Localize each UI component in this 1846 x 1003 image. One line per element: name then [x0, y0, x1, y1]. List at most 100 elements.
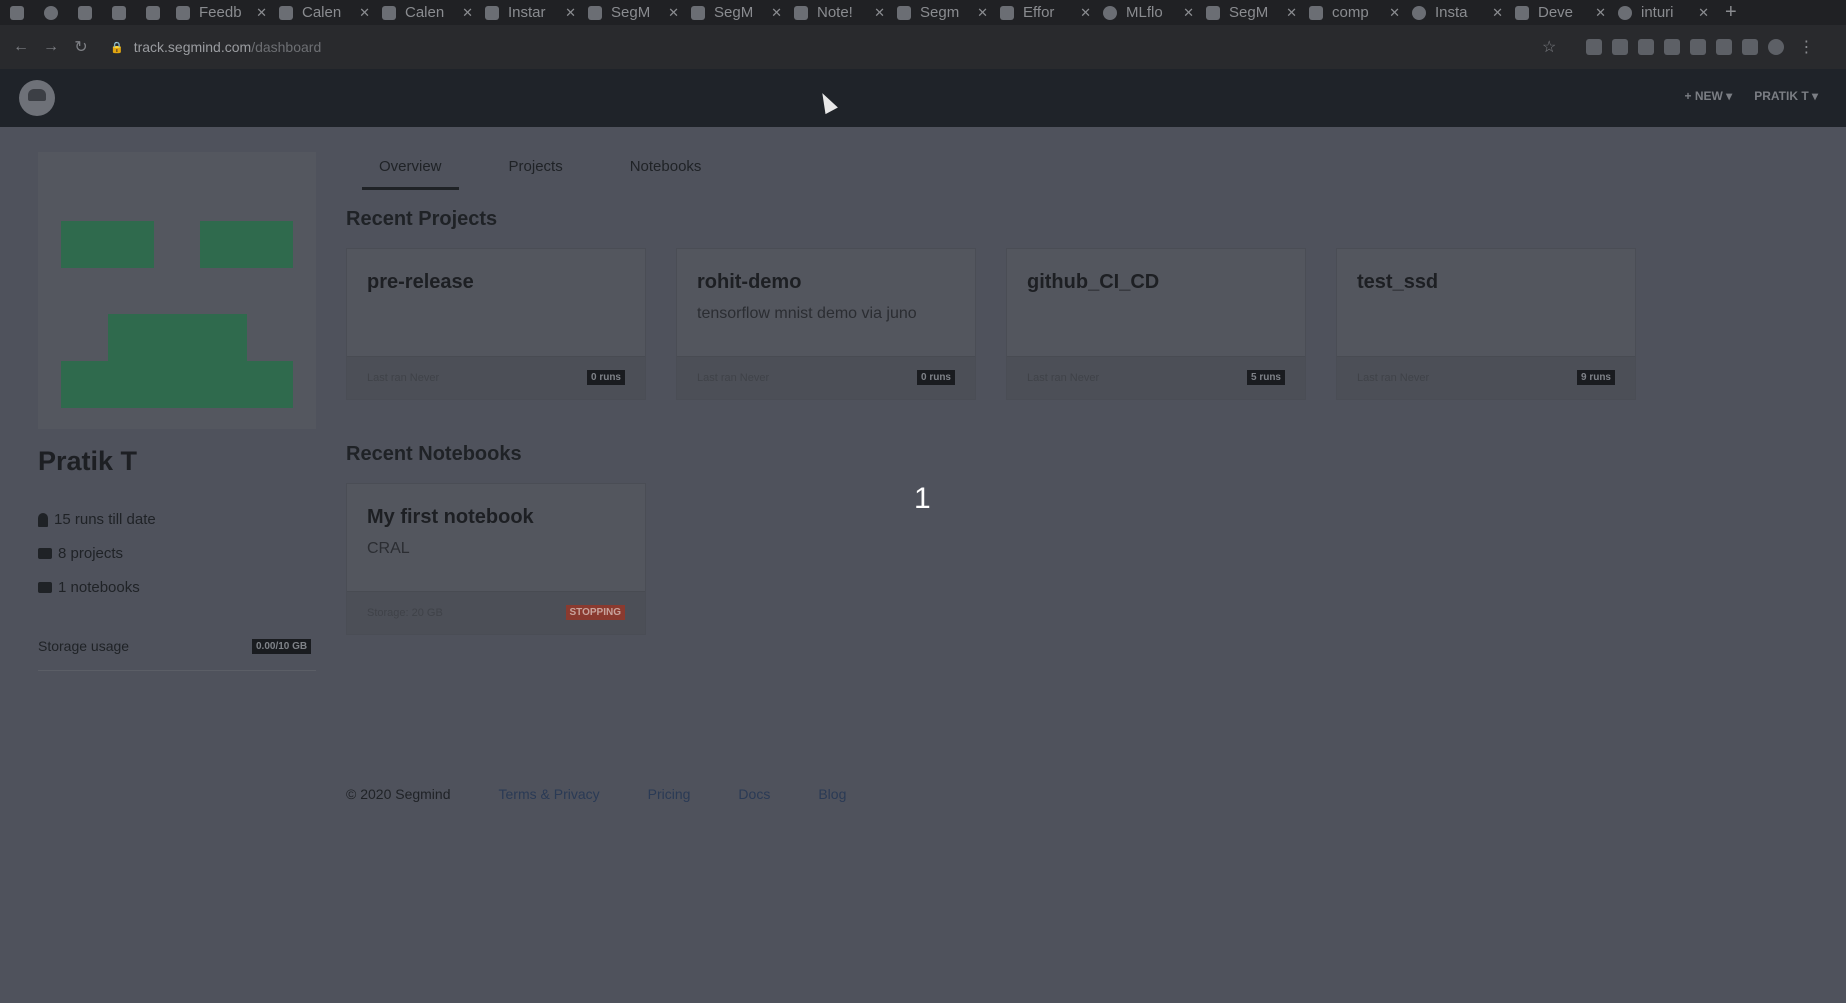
trello-icon — [112, 5, 126, 20]
url-input[interactable]: 🔒 track.segmind.com/dashboard — [110, 39, 1530, 55]
project-name: rohit-demo — [697, 271, 802, 293]
mlflow-icon — [1103, 5, 1117, 20]
footer-link-terms[interactable]: Terms & Privacy — [499, 786, 600, 802]
notebook-card-footer: Storage: 20 GB STOPPING — [347, 591, 645, 634]
extension-icon[interactable] — [1586, 39, 1603, 55]
browser-tab-pinned[interactable] — [102, 0, 136, 25]
url-host: track.segmind.com — [133, 39, 252, 55]
footer-link-pricing[interactable]: Pricing — [648, 786, 691, 802]
dashboard-tabs: Overview Projects Notebooks — [362, 140, 751, 190]
segmind-logo-icon[interactable] — [19, 80, 55, 116]
browser-tab[interactable]: Instar ✕ — [479, 0, 582, 25]
project-card[interactable]: github_CI_CD Last ran Never 5 runs — [1006, 248, 1306, 400]
browser-tab[interactable]: comp ✕ — [1303, 0, 1406, 25]
close-icon[interactable]: ✕ — [359, 5, 370, 21]
browser-tab[interactable]: Insta ✕ — [1406, 0, 1509, 25]
project-name: test_ssd — [1357, 271, 1439, 293]
close-icon[interactable]: ✕ — [1389, 5, 1400, 21]
close-icon[interactable]: ✕ — [565, 5, 576, 21]
close-icon[interactable]: ✕ — [256, 5, 267, 21]
browser-tab[interactable]: Calen ✕ — [376, 0, 479, 25]
notebook-card[interactable]: My first notebook CRAL Storage: 20 GB ST… — [346, 483, 646, 635]
extension-icon[interactable] — [1664, 39, 1681, 55]
browser-tab[interactable]: SegM ✕ — [582, 0, 685, 25]
stat-projects-label: 8 projects — [58, 545, 124, 562]
browser-tab[interactable]: Calen ✕ — [273, 0, 376, 25]
project-card[interactable]: test_ssd Last ran Never 9 runs — [1336, 248, 1636, 400]
browser-tab-title: SegM — [611, 4, 651, 21]
browser-tab[interactable]: Segm ✕ — [891, 0, 994, 25]
calendar-icon — [279, 5, 293, 20]
profile-avatar — [38, 152, 316, 429]
project-name: github_CI_CD — [1027, 271, 1160, 293]
browser-tab[interactable]: Feedb ✕ — [170, 0, 273, 25]
browser-tab-pinned[interactable] — [68, 0, 102, 25]
close-icon[interactable]: ✕ — [1080, 5, 1091, 21]
profile-name: Pratik T — [38, 446, 138, 476]
close-icon[interactable]: ✕ — [1595, 5, 1606, 21]
stat-runs-label: 15 runs till date — [54, 511, 156, 528]
forward-icon[interactable]: → — [36, 38, 66, 56]
user-menu-button[interactable]: PRATIK T ▾ — [1754, 89, 1818, 103]
new-tab-button[interactable]: + — [1725, 1, 1737, 24]
puzzle-icon[interactable] — [1742, 39, 1759, 55]
profile-avatar-icon[interactable] — [1768, 39, 1785, 55]
extension-icon[interactable] — [1612, 39, 1629, 55]
browser-tab[interactable]: Effor ✕ — [994, 0, 1097, 25]
footer-link-blog[interactable]: Blog — [818, 786, 846, 802]
close-icon[interactable]: ✕ — [668, 5, 679, 21]
browser-tab-title: Feedb — [199, 4, 242, 21]
footer-copyright: © 2020 Segmind — [346, 786, 451, 802]
extension-icon[interactable] — [1638, 39, 1655, 55]
lock-icon: 🔒 — [110, 41, 124, 54]
last-ran-label: Last ran Never — [697, 372, 770, 384]
calendar-icon — [382, 5, 396, 20]
footer-link-docs[interactable]: Docs — [738, 786, 770, 802]
globe-icon — [1412, 5, 1426, 20]
browser-tab-bar: Feedb ✕ Calen ✕ Calen ✕ Instar ✕ SegM ✕ SegM ✕… — [0, 0, 1846, 25]
project-card[interactable]: pre-release Last ran Never 0 runs — [346, 248, 646, 400]
bookmark-star-icon[interactable]: ☆ — [1542, 37, 1556, 57]
browser-tab[interactable]: Deve ✕ — [1509, 0, 1612, 25]
segmind-icon — [1000, 5, 1014, 20]
close-icon[interactable]: ✕ — [771, 5, 782, 21]
extension-icon[interactable] — [1716, 39, 1733, 55]
segmind-icon — [1206, 5, 1220, 20]
project-card[interactable]: rohit-demo tensorflow mnist demo via jun… — [676, 248, 976, 400]
reload-icon[interactable]: ↻ — [66, 37, 96, 57]
divider — [38, 670, 316, 671]
back-icon[interactable]: ← — [6, 38, 36, 56]
browser-tab[interactable]: SegM ✕ — [1200, 0, 1303, 25]
browser-tab-title: Deve — [1538, 4, 1574, 21]
close-icon[interactable]: ✕ — [1698, 5, 1709, 21]
browser-tab-pinned[interactable] — [0, 0, 34, 25]
new-dropdown-button[interactable]: + NEW ▾ — [1685, 89, 1733, 103]
page-footer: © 2020 Segmind Terms & Privacy Pricing D… — [346, 786, 846, 802]
segmind-icon — [897, 5, 911, 20]
extension-icon[interactable] — [1690, 39, 1707, 55]
tab-overview[interactable]: Overview — [362, 140, 459, 190]
close-icon[interactable]: ✕ — [874, 5, 885, 21]
close-icon[interactable]: ✕ — [977, 5, 988, 21]
close-icon[interactable]: ✕ — [462, 5, 473, 21]
close-icon[interactable]: ✕ — [1492, 5, 1503, 21]
dev-icon — [1515, 5, 1529, 20]
browser-tab-pinned[interactable] — [34, 0, 68, 25]
segmind-icon — [691, 5, 705, 20]
google-icon — [1618, 5, 1632, 20]
recent-projects-title: Recent Projects — [346, 208, 498, 230]
close-icon[interactable]: ✕ — [1286, 5, 1297, 21]
runs-badge: 0 runs — [916, 370, 955, 385]
browser-tab[interactable]: MLflo ✕ — [1097, 0, 1200, 25]
browser-tab-pinned[interactable] — [136, 0, 170, 25]
tab-notebooks[interactable]: Notebooks — [613, 140, 719, 190]
project-card-footer: Last ran Never 9 runs — [1337, 356, 1635, 399]
close-icon[interactable]: ✕ — [1183, 5, 1194, 21]
browser-tab[interactable]: inturi ✕ — [1612, 0, 1715, 25]
browser-tab[interactable]: Note! ✕ — [788, 0, 891, 25]
avatar-block — [200, 221, 293, 268]
menu-kebab-icon[interactable]: ⋮ — [1798, 37, 1814, 57]
tab-projects[interactable]: Projects — [492, 140, 580, 190]
browser-tab[interactable]: SegM ✕ — [685, 0, 788, 25]
top-nav: + NEW ▾ PRATIK T ▾ — [1685, 89, 1819, 103]
